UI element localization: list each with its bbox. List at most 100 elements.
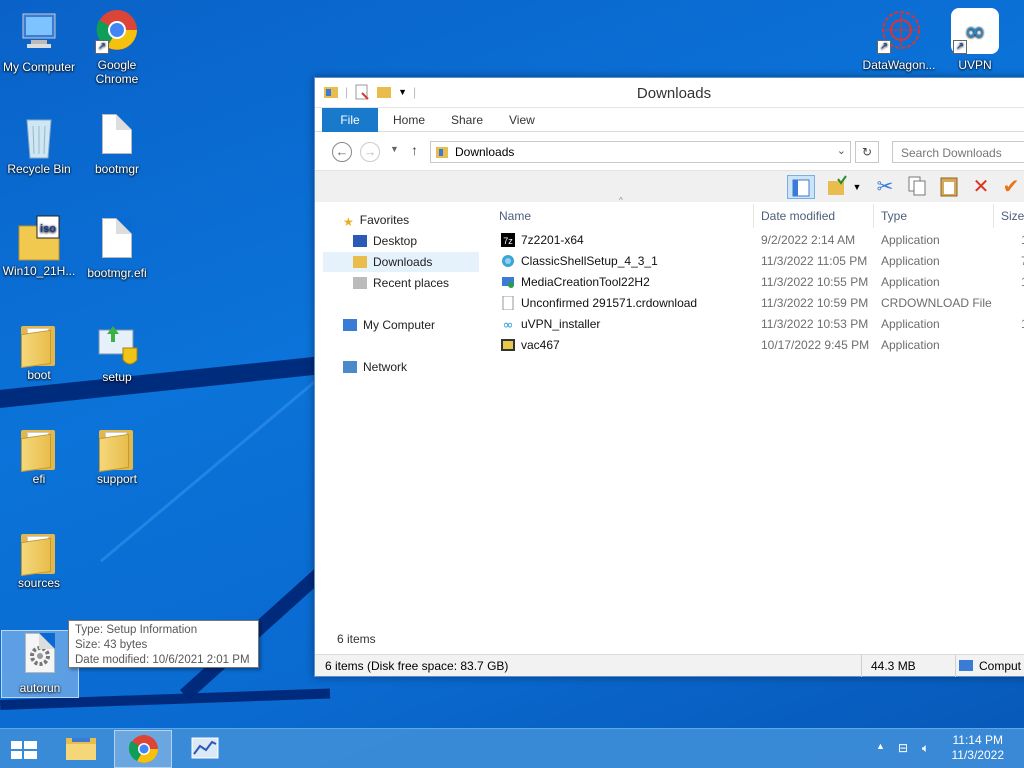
file-icon [102, 114, 132, 154]
separator [861, 655, 862, 677]
shortcut-arrow-icon: ↗ [877, 40, 891, 54]
taskbar-performance-monitor[interactable] [176, 730, 234, 768]
column-header-date[interactable]: Date modified [761, 206, 835, 226]
nav-recent-places[interactable]: Recent places [353, 273, 449, 293]
desktop-icon-google-chrome[interactable]: ↗ Google Chrome [78, 8, 156, 86]
tab-view[interactable]: View [495, 108, 549, 132]
chevron-down-icon[interactable]: ⌄ [837, 144, 846, 157]
show-hidden-icons-chevron[interactable]: ▲ [876, 741, 885, 751]
tooltip-size: Size: 43 bytes [75, 639, 148, 651]
search-input[interactable]: Search Downloads [892, 141, 1024, 163]
forward-button[interactable]: → [360, 142, 380, 162]
file-date: 11/3/2022 11:05 PM [761, 254, 868, 268]
nav-label: Favorites [359, 213, 410, 227]
recent-locations-chevron-icon[interactable]: ▼ [390, 144, 399, 154]
media-creation-tool-icon [502, 277, 514, 288]
gear-icon [30, 646, 50, 666]
clock-date: 11/3/2022 [951, 748, 1005, 762]
paste-icon[interactable] [937, 175, 961, 199]
desktop-icon-label: DataWagon... [862, 58, 936, 72]
column-divider[interactable] [993, 204, 994, 228]
file-row[interactable]: vac467 10/17/2022 9:45 PM Application [491, 335, 1024, 356]
desktop-icon-uvpn[interactable]: ∞ ↗ UVPN [936, 8, 1014, 72]
svg-text:∞: ∞ [503, 318, 514, 331]
select-folder-icon[interactable] [825, 175, 849, 199]
back-button[interactable]: ← [332, 142, 352, 162]
taskbar-chrome[interactable] [114, 730, 172, 768]
folder-icon [21, 326, 55, 369]
file-name: MediaCreationTool22H2 [521, 275, 650, 289]
tab-file[interactable]: File [322, 108, 378, 132]
desktop-icon-recycle-bin[interactable]: Recycle Bin [0, 112, 78, 176]
chevron-down-icon[interactable]: ▼ [851, 175, 863, 199]
column-divider[interactable] [873, 204, 874, 228]
preview-pane-icon[interactable] [787, 175, 815, 199]
column-divider[interactable] [753, 204, 754, 228]
copy-icon[interactable] [905, 175, 929, 199]
up-arrow-icon[interactable]: ↑ [411, 142, 418, 158]
desktop-icon-my-computer[interactable]: My Computer [0, 10, 78, 74]
downloads-folder-icon [353, 256, 367, 268]
desktop-icon-label: My Computer [2, 60, 76, 74]
refresh-button[interactable]: ↻ [855, 141, 879, 163]
desktop-icon-label: autorun [19, 681, 61, 695]
delete-icon[interactable]: ✕ [969, 175, 993, 199]
tooltip-modified: Date modified: 10/6/2021 2:01 PM [75, 654, 250, 666]
desktop-icon-label: efi [32, 472, 46, 486]
folder-icon [21, 430, 55, 473]
file-explorer-icon [66, 738, 96, 760]
command-toolbar: ▼ ✂ ✕ ✔ [315, 170, 1024, 202]
desktop-icon-datawagon[interactable]: ↗ DataWagon... [860, 8, 938, 72]
desktop-icon-bootmgr[interactable]: bootmgr [78, 112, 156, 176]
nav-network[interactable]: Network [343, 357, 407, 377]
desktop-icon-label: boot [27, 368, 51, 382]
desktop-icon-bootmgr-efi[interactable]: bootmgr.efi [78, 216, 156, 280]
desktop-icon-sources[interactable]: sources [0, 526, 78, 590]
file-date: 9/2/2022 2:14 AM [761, 233, 856, 247]
start-button[interactable] [0, 730, 48, 768]
cut-icon[interactable]: ✂ [873, 175, 897, 199]
svg-text:7z: 7z [503, 236, 513, 246]
title-bar[interactable]: | ▼ | Downloads [315, 78, 1024, 108]
explorer-window: | ▼ | Downloads File Home Share View ← →… [314, 77, 1024, 677]
file-row[interactable]: ∞ uVPN_installer 11/3/2022 10:53 PM Appl… [491, 314, 1024, 335]
desktop-icon-win10-iso[interactable]: iso Win10_21H... [0, 214, 78, 278]
desktop-icon-support[interactable]: support [78, 422, 156, 486]
file-name: 7z2201-x64 [521, 233, 584, 247]
tab-home[interactable]: Home [379, 108, 439, 132]
network-tray-icon[interactable]: ⊟ [898, 741, 908, 755]
file-row[interactable]: MediaCreationTool22H2 11/3/2022 10:55 PM… [491, 272, 1024, 293]
computer-icon [22, 13, 56, 48]
checkmark-icon[interactable]: ✔ [999, 175, 1023, 199]
nav-desktop[interactable]: Desktop [353, 231, 479, 251]
7zip-icon: 7z [501, 233, 515, 247]
clock[interactable]: 11:14 PM 11/3/2022 [952, 733, 1005, 763]
address-row: ← → ▼ ↑ Downloads ⌄ ↻ Search Downloads [315, 132, 1024, 170]
file-row[interactable]: ClassicShellSetup_4_3_1 11/3/2022 11:05 … [491, 251, 1024, 272]
file-name: vac467 [521, 338, 560, 352]
svg-text:∞: ∞ [964, 17, 986, 47]
file-row[interactable]: 7z 7z2201-x64 9/2/2022 2:14 AM Applicati… [491, 230, 1024, 251]
column-header-type[interactable]: Type [881, 206, 907, 226]
column-header-size[interactable]: Size [1001, 206, 1024, 226]
status-items: 6 items (Disk free space: 83.7 GB) [325, 659, 509, 673]
setup-icon [98, 326, 138, 365]
search-placeholder: Search Downloads [901, 146, 1002, 160]
volume-icon[interactable]: 🔈︎ [922, 741, 929, 756]
tab-share[interactable]: Share [437, 108, 497, 132]
file-list: ^ Name Date modified Type Size 7z 7z2201… [491, 196, 1024, 624]
desktop-icon-setup[interactable]: setup [78, 320, 156, 384]
nav-downloads[interactable]: Downloads [323, 252, 479, 272]
vac-icon [501, 339, 515, 351]
desktop-icon-efi[interactable]: efi [0, 422, 78, 486]
address-bar[interactable]: Downloads ⌄ [430, 141, 851, 163]
file-row[interactable]: Unconfirmed 291571.crdownload 11/3/2022 … [491, 293, 1024, 314]
nav-favorites[interactable]: ★ Favorites [343, 210, 409, 230]
nav-my-computer[interactable]: My Computer [343, 315, 435, 335]
monitor-chart-icon [191, 737, 219, 759]
desktop-icon-boot[interactable]: boot [0, 318, 78, 382]
desktop-icon-label: bootmgr.efi [87, 266, 147, 280]
column-header-name[interactable]: Name [499, 206, 531, 226]
window-title: Downloads [636, 85, 712, 102]
taskbar-file-explorer[interactable] [52, 730, 110, 768]
